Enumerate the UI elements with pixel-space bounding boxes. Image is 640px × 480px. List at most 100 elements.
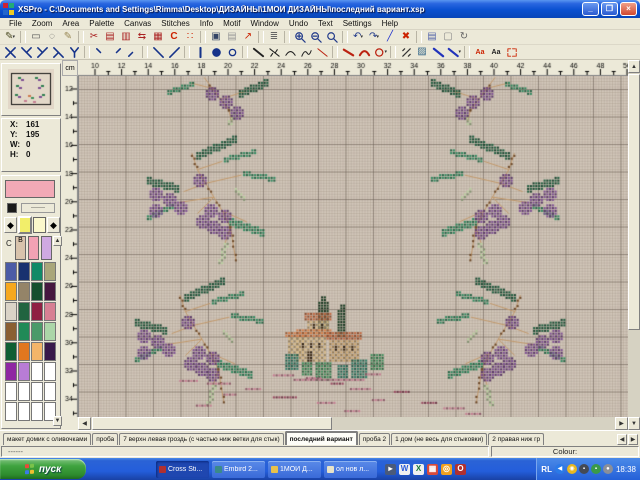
arc-red[interactable] <box>356 45 372 59</box>
rotate-selection[interactable]: C <box>166 30 182 44</box>
palette-swatch-4-1[interactable] <box>18 342 30 361</box>
close-button[interactable]: × <box>620 2 637 16</box>
zoom-actual[interactable] <box>324 30 340 44</box>
palette-swatch-6-3[interactable] <box>44 382 56 401</box>
menu-help[interactable]: Help <box>377 19 403 28</box>
paint-icon[interactable]: ▦ <box>427 464 438 475</box>
blend-right-button[interactable]: ◆ <box>47 217 60 233</box>
task-button-1[interactable]: Cross Sti... <box>156 461 209 478</box>
insert-image[interactable]: ▨ <box>414 45 430 59</box>
backstitch-thin-red[interactable] <box>314 45 330 59</box>
export-design[interactable]: ▢ <box>440 30 456 44</box>
palette-swatch-3-2[interactable] <box>31 322 43 341</box>
document-tab-2[interactable]: проба <box>92 433 118 445</box>
palette-swatch-6-0[interactable] <box>5 382 17 401</box>
move-selection[interactable]: ∷ <box>182 30 198 44</box>
palette-swatch-0-1[interactable] <box>18 262 30 281</box>
menu-settings[interactable]: Settings <box>338 19 377 28</box>
menu-text[interactable]: Text <box>313 19 338 28</box>
palette-swatch-4-2[interactable] <box>31 342 43 361</box>
palette-swatch-3-0[interactable] <box>5 322 17 341</box>
document-tab-7[interactable]: 2 правая ниж гр <box>488 433 544 445</box>
stitch-three-quarter-2[interactable] <box>34 45 50 59</box>
document-tab-4[interactable]: последний вариант <box>285 431 358 445</box>
scroll-right-button[interactable]: ▶ <box>615 417 628 430</box>
stitch-half-back[interactable] <box>150 45 166 59</box>
backstitch[interactable] <box>250 45 266 59</box>
select-lasso[interactable]: ◌ <box>44 30 60 44</box>
tray-icon-green[interactable]: ▪ <box>591 464 601 474</box>
palette-swatch-5-3[interactable] <box>44 362 56 381</box>
view-mode[interactable]: ▣ <box>208 30 224 44</box>
zoom-in[interactable] <box>292 30 308 44</box>
palette-swatch-2-0[interactable] <box>5 302 17 321</box>
select-rect[interactable]: ▭ <box>28 30 44 44</box>
document-tab-1[interactable]: макет домик с оливочками <box>3 433 91 445</box>
copy-selection[interactable]: ▤ <box>102 30 118 44</box>
task-button-2[interactable]: Embird 2... <box>212 461 265 478</box>
palette-scroll-up[interactable]: ▲ <box>53 236 62 246</box>
menu-file[interactable]: File <box>4 19 27 28</box>
stitch-full-cross[interactable] <box>2 45 18 59</box>
longstitch-red[interactable] <box>340 45 356 59</box>
palette-swatch-0-2[interactable] <box>31 262 43 281</box>
document-tab-5[interactable]: проба 2 <box>359 433 390 445</box>
palette-swatch-3-3[interactable] <box>44 322 56 341</box>
horizontal-scrollbar[interactable]: ◀ ▶ <box>78 417 628 430</box>
dash-sample[interactable]: ------- <box>21 203 55 213</box>
tray-icon-yellow[interactable]: ◉ <box>567 464 577 474</box>
start-button[interactable]: пуск <box>0 459 86 479</box>
clock[interactable]: 18:38 <box>616 465 636 474</box>
stitch-three-quarter-1[interactable] <box>18 45 34 59</box>
palette-scroll-down[interactable]: ▼ <box>53 416 62 426</box>
palette-swatch-3-1[interactable] <box>18 322 30 341</box>
line-tool[interactable]: ╱ <box>382 30 398 44</box>
select-edit[interactable]: ✎ <box>60 30 76 44</box>
stitch-half-forward[interactable] <box>166 45 182 59</box>
paste-selection[interactable]: ▥ <box>118 30 134 44</box>
wave-tool[interactable] <box>298 45 314 59</box>
menu-area[interactable]: Area <box>57 19 84 28</box>
palette-swatch-5-2[interactable] <box>31 362 43 381</box>
scroll-down-button[interactable]: ▼ <box>628 417 640 430</box>
stitch-quarter-2[interactable] <box>108 45 124 59</box>
longstitch-blue-style[interactable]: ▾ <box>446 45 462 59</box>
french-knot[interactable] <box>208 45 224 59</box>
special-stitch[interactable] <box>398 45 414 59</box>
backstitch-colour-swatch[interactable]: B <box>15 236 26 260</box>
curve-tool[interactable] <box>282 45 298 59</box>
minimize-button[interactable]: _ <box>582 2 599 16</box>
document-tab-6[interactable]: 1 дом (не весь для стыковки) <box>391 433 487 445</box>
stitch-canvas[interactable] <box>78 76 629 417</box>
menu-motif[interactable]: Motif <box>218 19 245 28</box>
horizontal-scroll-thumb[interactable] <box>92 417 332 430</box>
erase-tool[interactable]: ✖ <box>398 30 414 44</box>
title-bar[interactable]: XSPro - C:\Documents and Settings\Rimma\… <box>0 0 640 18</box>
language-indicator[interactable]: RL <box>541 465 552 474</box>
circle-red[interactable]: ▾ <box>372 45 388 59</box>
zoom-out[interactable] <box>308 30 324 44</box>
palette-swatch-1-3[interactable] <box>44 282 56 301</box>
thread-palette[interactable]: ≣ <box>266 30 282 44</box>
import-design[interactable]: ▤ <box>424 30 440 44</box>
current-colour-swatch[interactable] <box>5 180 55 198</box>
stitch-three-quarter-3[interactable] <box>50 45 66 59</box>
text-tool-small[interactable]: Aa <box>472 45 488 59</box>
palette-swatch-1-1[interactable] <box>18 282 30 301</box>
menu-zoom[interactable]: Zoom <box>27 19 57 28</box>
menu-stitches[interactable]: Stitches <box>156 19 194 28</box>
palette-swatch-5-0[interactable] <box>5 362 17 381</box>
tab-scroll-right[interactable]: ▶ <box>628 434 638 445</box>
scroll-up-button[interactable]: ▲ <box>628 60 640 73</box>
pointer-tool[interactable]: ↗ <box>240 30 256 44</box>
palette-swatch-2-3[interactable] <box>44 302 56 321</box>
vertical-scroll-thumb[interactable] <box>628 74 640 330</box>
palette-swatch-4-0[interactable] <box>5 342 17 361</box>
task-button-4[interactable]: ол нов л... <box>324 461 377 478</box>
stitch-quarter-3[interactable] <box>124 45 140 59</box>
scroll-left-button[interactable]: ◀ <box>78 417 91 430</box>
text-tool[interactable]: Aa <box>488 45 504 59</box>
palette-swatch-7-1[interactable] <box>18 402 30 421</box>
pencil-tool[interactable]: ✎▾ <box>2 30 18 44</box>
backstitch-ticks[interactable] <box>266 45 282 59</box>
